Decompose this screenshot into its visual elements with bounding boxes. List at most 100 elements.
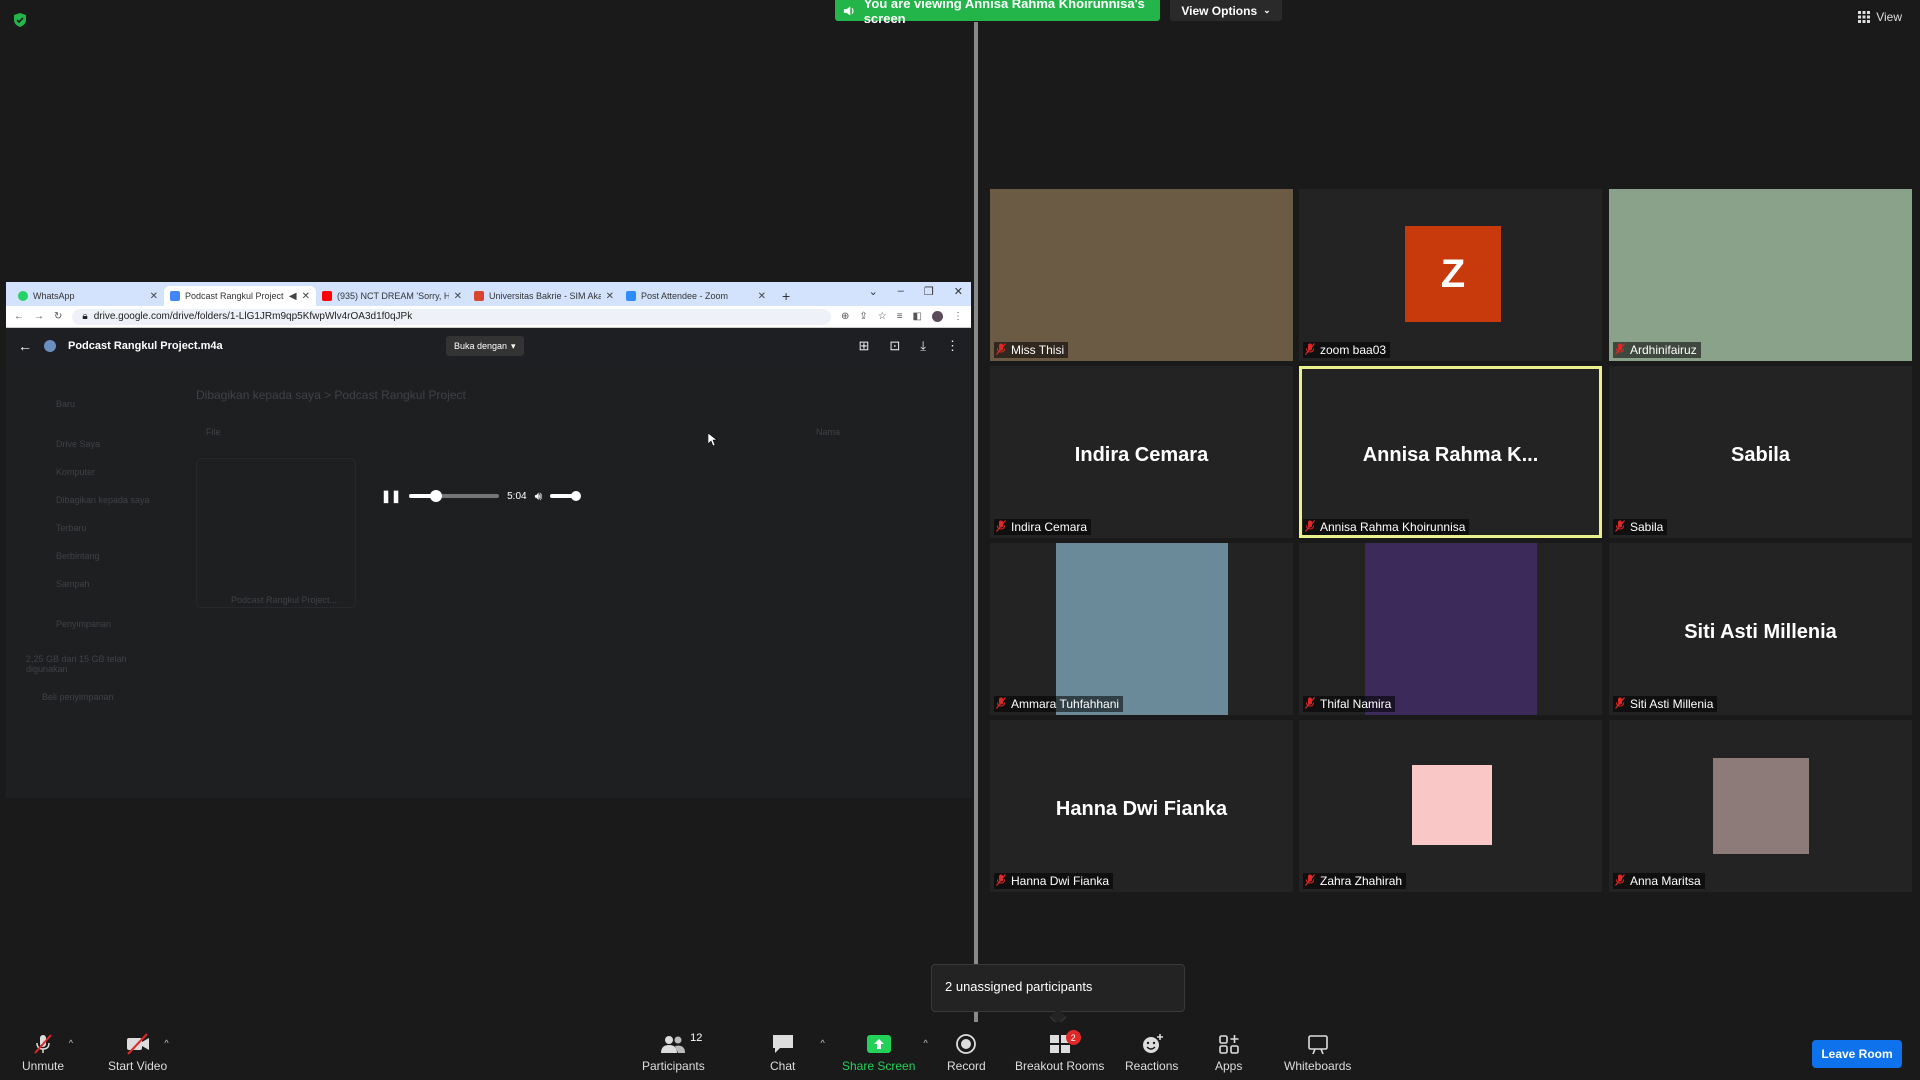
- open-with-button[interactable]: Buka dengan ▾: [446, 336, 524, 356]
- participant-tile[interactable]: Ardhinifairuz: [1609, 189, 1912, 361]
- participants-button[interactable]: 12 Participants: [642, 1032, 705, 1073]
- minimize-icon[interactable]: –: [898, 285, 904, 298]
- chat-button[interactable]: ^ Chat: [770, 1032, 825, 1073]
- participant-tile[interactable]: Indira Cemara Indira Cemara: [990, 366, 1293, 538]
- browser-tab[interactable]: Post Attendee - Zoom ✕: [620, 286, 772, 306]
- participant-video: [1609, 189, 1912, 361]
- split-view-divider[interactable]: [974, 22, 978, 1022]
- apps-button[interactable]: Apps: [1215, 1032, 1242, 1073]
- maximize-icon[interactable]: ❐: [924, 285, 934, 298]
- participant-name: Ardhinifairuz: [1630, 343, 1697, 357]
- caret-up-icon[interactable]: ^: [69, 1038, 73, 1048]
- participant-tile[interactable]: Hanna Dwi Fianka Hanna Dwi Fianka: [990, 720, 1293, 892]
- reactions-button[interactable]: Reactions: [1125, 1032, 1178, 1073]
- close-icon[interactable]: ✕: [150, 291, 158, 302]
- star-icon[interactable]: ☆: [878, 311, 887, 322]
- caret-up-icon[interactable]: ^: [820, 1038, 824, 1048]
- leave-room-button[interactable]: Leave Room: [1812, 1040, 1902, 1068]
- view-button[interactable]: View: [1858, 10, 1902, 24]
- caret-up-icon[interactable]: ^: [923, 1038, 927, 1048]
- add-to-drive-icon[interactable]: ⊞: [858, 338, 869, 354]
- sidebar-item-computers[interactable]: Komputer: [56, 467, 95, 477]
- participant-tile[interactable]: Zzoom baa03: [1299, 189, 1602, 361]
- breadcrumb[interactable]: Dibagikan kepada saya > Podcast Rangkul …: [196, 388, 466, 402]
- close-window-icon[interactable]: ✕: [954, 285, 963, 298]
- url-field[interactable]: 🔒︎ drive.google.com/drive/folders/1-LlG1…: [72, 308, 831, 325]
- audio-player: ❚❚ 5:04 🔊︎: [381, 485, 611, 507]
- tab-audio-icon[interactable]: ◀: [289, 291, 297, 302]
- security-shield-icon[interactable]: [12, 12, 28, 28]
- file-name: Podcast Rangkul Project.m4a: [68, 340, 223, 352]
- install-icon[interactable]: ⊕: [841, 311, 849, 322]
- drive-viewer-bar: ← Podcast Rangkul Project.m4a Buka denga…: [6, 328, 971, 364]
- download-icon[interactable]: ⤓: [920, 338, 926, 354]
- new-tab-icon[interactable]: +: [772, 286, 800, 306]
- viewer-actions: ⊞ ⊡ ⤓ ⋮: [858, 338, 959, 354]
- participant-tile[interactable]: Miss Thisi: [990, 189, 1293, 361]
- share-icon[interactable]: ⇪: [859, 311, 867, 322]
- participant-tile[interactable]: Annisa Rahma K... Annisa Rahma Khoirunnis…: [1299, 366, 1602, 538]
- audio-progress-knob[interactable]: [430, 490, 443, 502]
- back-arrow-icon[interactable]: ←: [18, 338, 32, 354]
- buy-storage-button[interactable]: Beli penyimpanan: [42, 692, 114, 702]
- record-button[interactable]: Record: [947, 1032, 986, 1073]
- participant-tile[interactable]: Thifal Namira: [1299, 543, 1602, 715]
- sidebar-item-my-drive[interactable]: Drive Saya: [56, 439, 100, 449]
- browser-tab[interactable]: (935) NCT DREAM 'Sorry, He ✕: [316, 286, 468, 306]
- new-button[interactable]: Baru: [56, 399, 75, 409]
- file-card-name: Podcast Rangkul Project...: [231, 595, 338, 605]
- record-label: Record: [947, 1059, 986, 1073]
- participant-avatar: [1412, 765, 1492, 845]
- participant-photo: [1712, 758, 1809, 854]
- sidepanel-icon[interactable]: ◧: [913, 311, 922, 322]
- caret-up-icon[interactable]: ^: [164, 1038, 168, 1048]
- participant-tile[interactable]: Siti Asti Millenia Siti Asti Millenia: [1609, 543, 1912, 715]
- close-icon[interactable]: ✕: [454, 291, 462, 302]
- sidebar-item-starred[interactable]: Berbintang: [56, 551, 100, 561]
- close-icon[interactable]: ✕: [302, 291, 310, 302]
- browser-tab-active[interactable]: Podcast Rangkul Project ◀ ✕: [164, 286, 316, 306]
- file-card[interactable]: [196, 458, 356, 608]
- participant-tile[interactable]: Anna Maritsa: [1609, 720, 1912, 892]
- pause-icon[interactable]: ❚❚: [381, 489, 401, 503]
- share-screen-button[interactable]: ^ Share Screen: [842, 1032, 928, 1073]
- forward-icon[interactable]: →: [34, 311, 44, 322]
- breakout-rooms-button[interactable]: 2 Breakout Rooms: [1015, 1030, 1104, 1073]
- back-icon[interactable]: ←: [14, 311, 24, 322]
- video-off-icon: ^: [125, 1032, 169, 1056]
- more-icon[interactable]: ⋮: [946, 338, 959, 354]
- participant-name-label: Miss Thisi: [994, 342, 1069, 358]
- browser-tab[interactable]: Universitas Bakrie - SIM Aka ✕: [468, 286, 620, 306]
- reload-icon[interactable]: ↻: [54, 311, 62, 322]
- volume-icon[interactable]: 🔊︎: [535, 489, 543, 504]
- whiteboards-button[interactable]: Whiteboards: [1284, 1032, 1351, 1073]
- name-column-header[interactable]: Nama: [816, 427, 840, 437]
- unassigned-participants-popup[interactable]: 2 unassigned participants: [931, 964, 1185, 1012]
- mic-muted-icon: [1305, 873, 1315, 889]
- view-options-button[interactable]: View Options ⌄: [1170, 0, 1282, 21]
- volume-knob[interactable]: [571, 491, 582, 501]
- unmute-button[interactable]: ^ Unmute: [22, 1032, 73, 1073]
- volume-slider[interactable]: [550, 491, 582, 501]
- sidebar-item-recent[interactable]: Terbaru: [56, 523, 87, 533]
- audio-progress-slider[interactable]: [409, 490, 500, 502]
- tab-search-icon[interactable]: ⌄: [869, 285, 878, 298]
- sidebar-item-storage[interactable]: Penyimpanan: [56, 619, 111, 629]
- sidebar-item-trash[interactable]: Sampah: [56, 579, 90, 589]
- profile-avatar-icon[interactable]: [932, 311, 943, 322]
- add-comment-icon[interactable]: ⊡: [889, 338, 900, 354]
- url-text: drive.google.com/drive/folders/1-LlG1JRm…: [93, 311, 413, 322]
- participant-tile[interactable]: Ammara Tuhfahhani: [990, 543, 1293, 715]
- close-icon[interactable]: ✕: [606, 291, 614, 302]
- whatsapp-icon: [18, 291, 28, 301]
- mic-muted-icon: [1305, 696, 1315, 712]
- close-icon[interactable]: ✕: [758, 291, 766, 302]
- kebab-menu-icon[interactable]: ⋮: [953, 311, 963, 322]
- sidebar-item-shared[interactable]: Dibagikan kepada saya: [56, 495, 150, 505]
- whiteboard-icon: [1307, 1032, 1329, 1056]
- participant-tile[interactable]: Sabila Sabila: [1609, 366, 1912, 538]
- browser-tab[interactable]: WhatsApp ✕: [12, 286, 164, 306]
- participant-tile[interactable]: Zahra Zhahirah: [1299, 720, 1602, 892]
- start-video-button[interactable]: ^ Start Video: [108, 1032, 169, 1073]
- reading-list-icon[interactable]: ≡: [897, 311, 903, 322]
